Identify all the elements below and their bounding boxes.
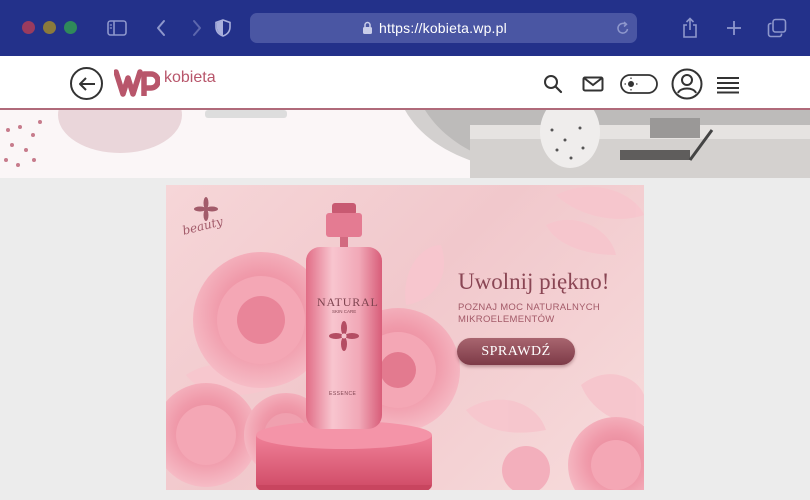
sprawdz-button[interactable]: SPRAWDŹ: [457, 338, 575, 365]
bottle-subtitle: SKIN CARE: [332, 309, 357, 314]
back-arrow-icon[interactable]: [148, 15, 174, 41]
theme-toggle-icon[interactable]: [620, 74, 658, 94]
bottle-essence: ESSENCE: [329, 391, 357, 397]
window-close-button[interactable]: [22, 21, 35, 34]
bottle-title: NATURAL: [317, 295, 379, 309]
window-zoom-button[interactable]: [64, 21, 77, 34]
lock-icon: [362, 21, 373, 40]
banner-headline: Uwolnij piękno!: [458, 269, 610, 294]
address-bar[interactable]: https://kobieta.wp.pl: [250, 13, 637, 43]
menu-icon[interactable]: [716, 76, 740, 94]
hero-image: [0, 110, 810, 178]
tabs-icon[interactable]: [764, 15, 790, 41]
banner-subline: POZNAJ MOC NATURALNYCH MIKROELEMENTÓW: [458, 302, 601, 325]
mail-icon[interactable]: [582, 76, 604, 92]
shield-icon[interactable]: [210, 15, 236, 41]
reload-icon[interactable]: [616, 20, 630, 41]
sidebar-icon[interactable]: [104, 15, 130, 41]
logo-text: kobieta: [164, 69, 216, 86]
window-minimize-button[interactable]: [43, 21, 56, 34]
banner-roses-illustration: [166, 186, 644, 490]
search-icon[interactable]: [543, 74, 563, 94]
ad-banner[interactable]: beauty NATURAL SKIN CARE ESSENCE Uwolnij…: [166, 185, 644, 490]
forward-arrow-icon[interactable]: [184, 15, 210, 41]
back-icon[interactable]: [70, 67, 103, 100]
url-text: https://kobieta.wp.pl: [379, 20, 507, 36]
share-icon[interactable]: [677, 15, 703, 41]
site-header: kobieta: [0, 56, 810, 110]
new-tab-icon[interactable]: [721, 15, 747, 41]
browser-toolbar: https://kobieta.wp.pl: [0, 0, 810, 56]
wp-logo-icon: [114, 69, 160, 97]
site-logo[interactable]: kobieta: [114, 68, 216, 98]
user-icon[interactable]: [671, 68, 703, 100]
